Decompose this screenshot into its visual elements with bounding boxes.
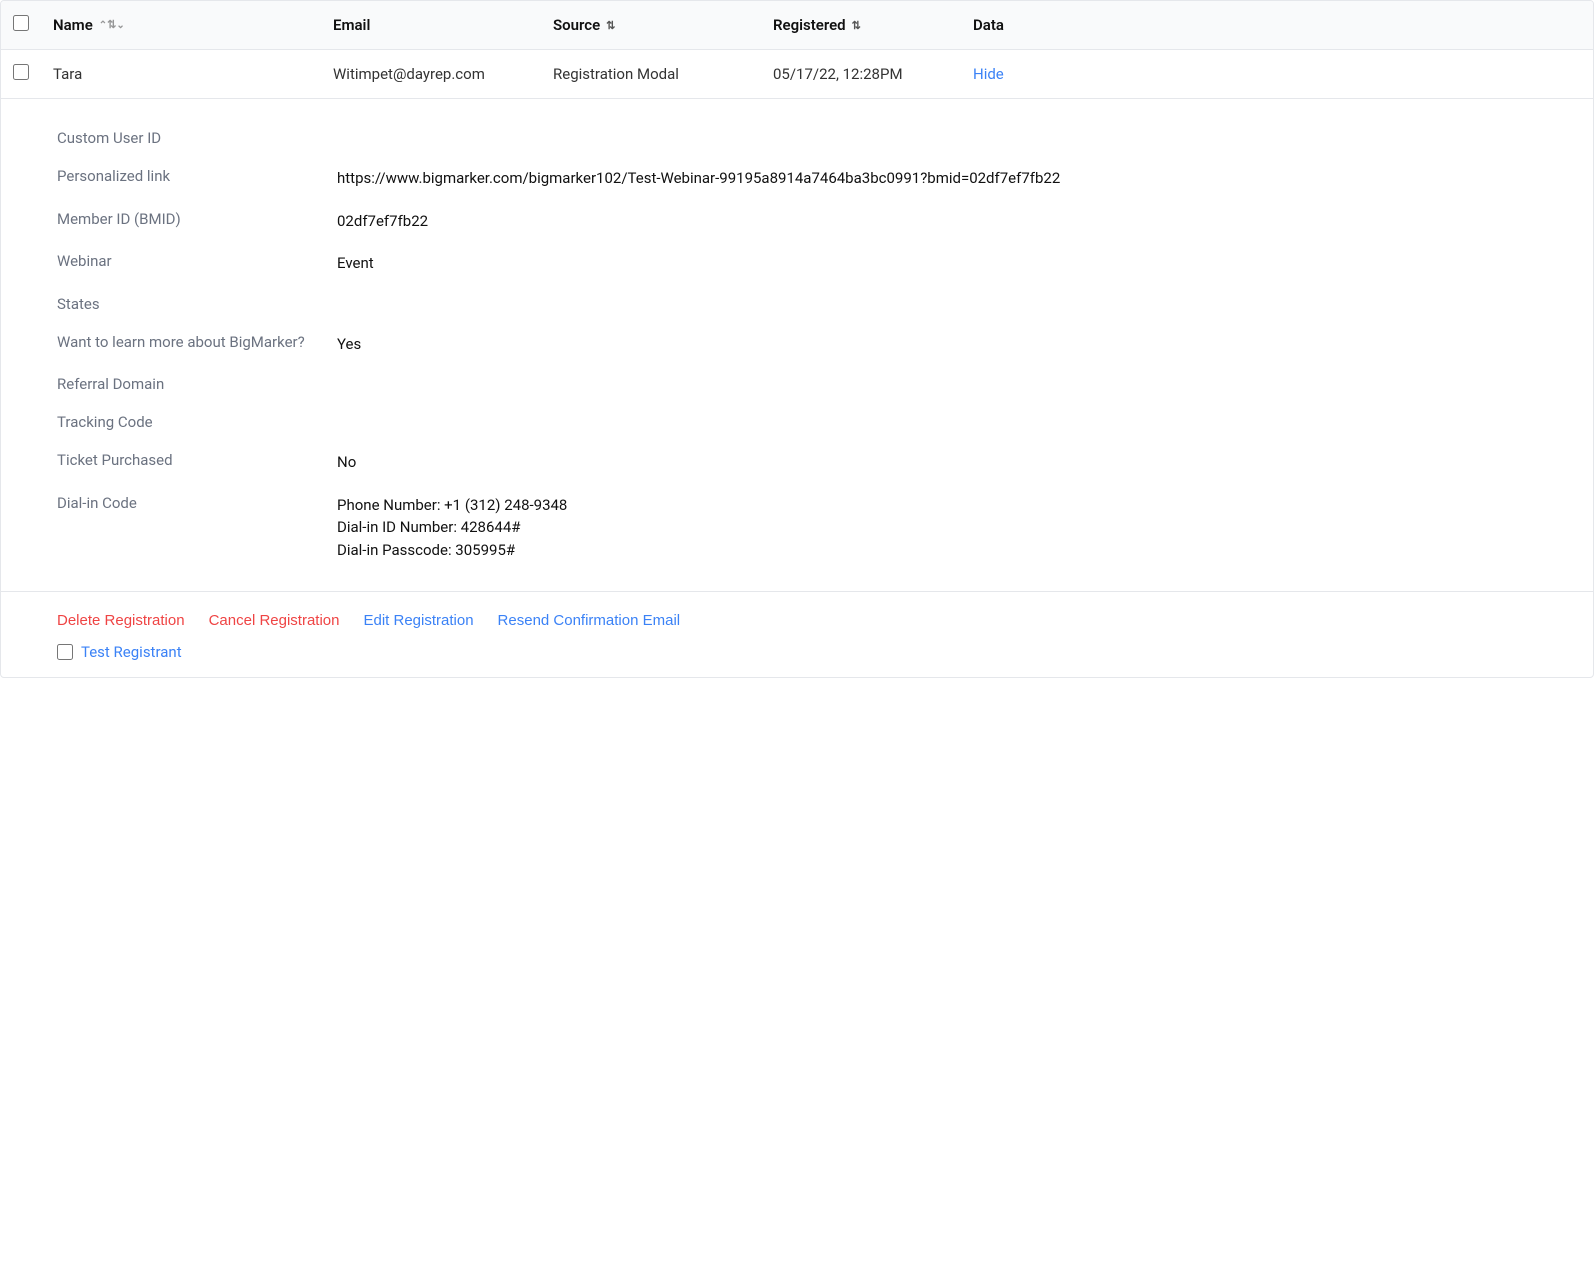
detail-value-ticket-purchased: No bbox=[337, 451, 1553, 474]
name-sort-icon: ⇅ bbox=[99, 19, 125, 31]
detail-label-tracking-code: Tracking Code bbox=[57, 413, 337, 431]
test-registrant-row: Test Registrant bbox=[1, 639, 1593, 677]
detail-label-personalized-link: Personalized link bbox=[57, 167, 337, 185]
detail-member-id: Member ID (BMID) 02df7ef7fb22 bbox=[57, 200, 1553, 243]
detail-value-learn-more: Yes bbox=[337, 333, 1553, 356]
registered-sort-icon: ⇅ bbox=[852, 19, 861, 32]
resend-confirmation-button[interactable]: Resend Confirmation Email bbox=[498, 612, 681, 629]
column-header-source[interactable]: Source ⇅ bbox=[541, 16, 761, 34]
column-email-label: Email bbox=[333, 16, 370, 34]
detail-label-member-id: Member ID (BMID) bbox=[57, 210, 337, 228]
detail-personalized-link: Personalized link https://www.bigmarker.… bbox=[57, 157, 1553, 200]
detail-ticket-purchased: Ticket Purchased No bbox=[57, 441, 1553, 484]
registrations-table: Name ⇅ Email Source ⇅ Registered ⇅ Data … bbox=[0, 0, 1594, 678]
row-name: Tara bbox=[41, 65, 321, 83]
edit-registration-button[interactable]: Edit Registration bbox=[363, 612, 473, 629]
column-data-label: Data bbox=[973, 16, 1004, 34]
detail-tracking-code: Tracking Code bbox=[57, 403, 1553, 441]
detail-dial-in-code: Dial-in Code Phone Number: +1 (312) 248-… bbox=[57, 484, 1553, 572]
column-registered-label: Registered bbox=[773, 16, 846, 34]
column-header-email: Email bbox=[321, 16, 541, 34]
detail-value-dial-in-code: Phone Number: +1 (312) 248-9348 Dial-in … bbox=[337, 494, 1553, 562]
select-all-checkbox-cell bbox=[1, 15, 41, 35]
detail-value-webinar: Event bbox=[337, 252, 1553, 275]
table-row: Tara Witimpet@dayrep.com Registration Mo… bbox=[1, 50, 1593, 99]
column-header-name[interactable]: Name ⇅ bbox=[41, 16, 321, 34]
detail-label-referral-domain: Referral Domain bbox=[57, 375, 337, 393]
detail-value-member-id: 02df7ef7fb22 bbox=[337, 210, 1553, 233]
detail-learn-more: Want to learn more about BigMarker? Yes bbox=[57, 323, 1553, 366]
detail-custom-user-id: Custom User ID bbox=[57, 119, 1553, 157]
actions-row: Delete Registration Cancel Registration … bbox=[1, 592, 1593, 639]
detail-label-custom-user-id: Custom User ID bbox=[57, 129, 337, 147]
source-sort-icon: ⇅ bbox=[606, 19, 615, 32]
row-registered: 05/17/22, 12:28PM bbox=[761, 65, 961, 83]
test-registrant-label: Test Registrant bbox=[81, 643, 182, 661]
detail-referral-domain: Referral Domain bbox=[57, 365, 1553, 403]
hide-button[interactable]: Hide bbox=[961, 65, 1041, 83]
select-all-checkbox[interactable] bbox=[13, 15, 29, 31]
row-email: Witimpet@dayrep.com bbox=[321, 65, 541, 83]
column-name-label: Name bbox=[53, 16, 93, 34]
detail-label-states: States bbox=[57, 295, 337, 313]
expanded-detail-section: Custom User ID Personalized link https:/… bbox=[1, 99, 1593, 592]
row-checkbox-cell bbox=[1, 64, 41, 84]
column-header-registered[interactable]: Registered ⇅ bbox=[761, 16, 961, 34]
delete-registration-button[interactable]: Delete Registration bbox=[57, 612, 185, 629]
detail-label-webinar: Webinar bbox=[57, 252, 337, 270]
row-checkbox[interactable] bbox=[13, 64, 29, 80]
table-header: Name ⇅ Email Source ⇅ Registered ⇅ Data bbox=[1, 1, 1593, 50]
detail-value-personalized-link: https://www.bigmarker.com/bigmarker102/T… bbox=[337, 167, 1553, 190]
detail-label-learn-more: Want to learn more about BigMarker? bbox=[57, 333, 337, 351]
detail-webinar: Webinar Event bbox=[57, 242, 1553, 285]
detail-label-dial-in-code: Dial-in Code bbox=[57, 494, 337, 512]
column-source-label: Source bbox=[553, 16, 600, 34]
cancel-registration-button[interactable]: Cancel Registration bbox=[209, 612, 340, 629]
row-source: Registration Modal bbox=[541, 65, 761, 83]
detail-states: States bbox=[57, 285, 1553, 323]
test-registrant-checkbox[interactable] bbox=[57, 644, 73, 660]
column-header-data: Data bbox=[961, 16, 1041, 34]
detail-label-ticket-purchased: Ticket Purchased bbox=[57, 451, 337, 469]
